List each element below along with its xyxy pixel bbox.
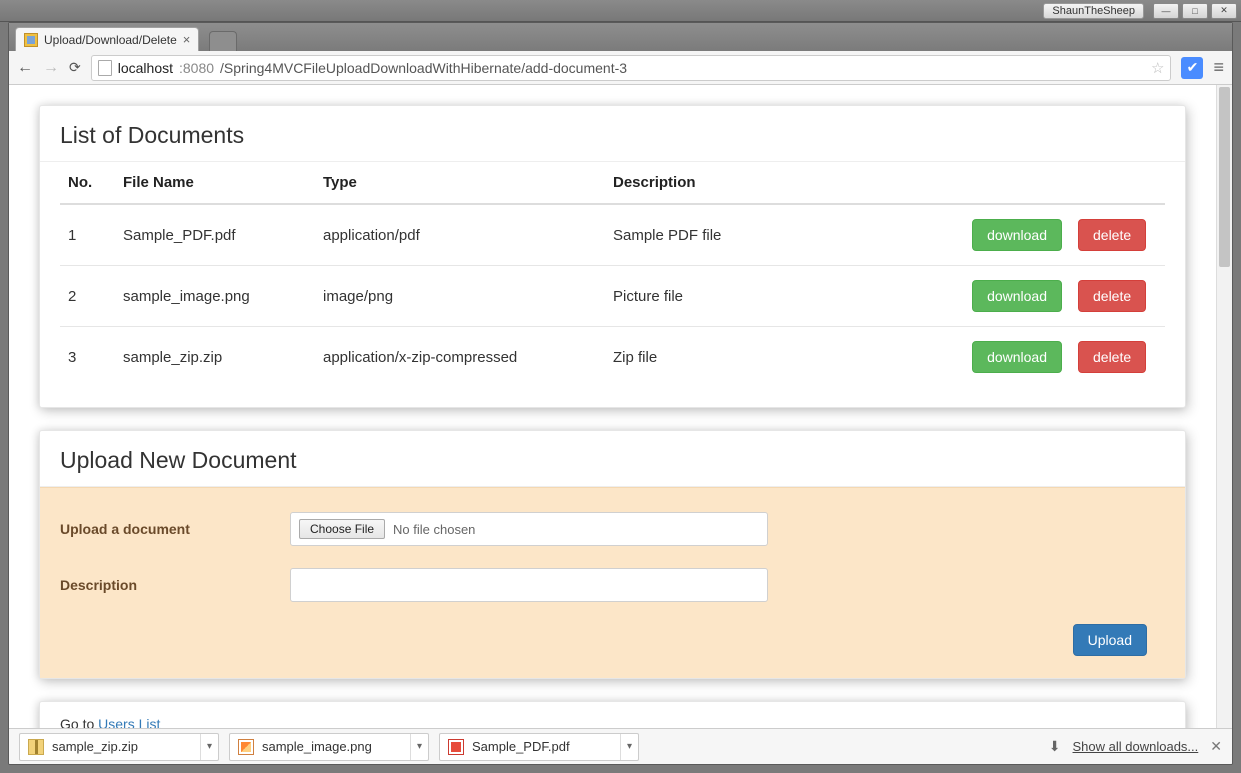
choose-file-button[interactable]: Choose File [299,519,385,539]
table-row: 2 sample_image.png image/png Picture fil… [60,266,1165,327]
tab-close-icon[interactable]: × [183,32,191,47]
cell-name: Sample_PDF.pdf [115,204,315,266]
description-label: Description [60,577,290,593]
bookmark-star-icon[interactable]: ☆ [1151,59,1164,77]
user-chip: ShaunTheSheep [1043,3,1144,19]
download-menu-icon[interactable]: ▾ [410,734,422,760]
reload-button[interactable]: ⟳ [69,59,81,76]
download-menu-icon[interactable]: ▾ [620,734,632,760]
cell-type: image/png [315,266,605,327]
cell-name: sample_zip.zip [115,327,315,388]
footer-prefix: Go to [60,716,98,728]
file-label: Upload a document [60,521,290,537]
download-name: sample_zip.zip [52,739,138,754]
image-file-icon [238,739,254,755]
tab-strip: Upload/Download/Delete × [9,23,1232,51]
col-type: Type [315,162,605,204]
download-arrow-icon: ⬇ [1049,738,1061,755]
cell-desc: Picture file [605,266,964,327]
documents-panel: List of Documents No. File Name Type Des… [39,105,1186,408]
col-name: File Name [115,162,315,204]
browser-tab[interactable]: Upload/Download/Delete × [15,27,199,51]
cell-no: 1 [60,204,115,266]
users-list-link[interactable]: Users List [98,716,160,728]
table-row: 3 sample_zip.zip application/x-zip-compr… [60,327,1165,388]
minimize-button[interactable]: — [1153,3,1179,19]
url-port: :8080 [179,60,214,76]
table-row: 1 Sample_PDF.pdf application/pdf Sample … [60,204,1165,266]
close-window-button[interactable]: ✕ [1211,3,1237,19]
zip-file-icon [28,739,44,755]
browser-toolbar: ← → ⟳ localhost :8080/Spring4MVCFileUploa… [9,51,1232,85]
cell-no: 3 [60,327,115,388]
download-menu-icon[interactable]: ▾ [200,734,212,760]
viewport: List of Documents No. File Name Type Des… [9,85,1232,728]
cell-no: 2 [60,266,115,327]
description-row: Description [60,568,1165,602]
tab-title: Upload/Download/Delete [44,33,177,47]
download-button[interactable]: download [972,341,1062,373]
scrollbar-thumb[interactable] [1219,87,1230,267]
col-no: No. [60,162,115,204]
window-titlebar: ShaunTheSheep — □ ✕ [0,0,1241,22]
cell-desc: Sample PDF file [605,204,964,266]
download-item[interactable]: sample_image.png ▾ [229,733,429,761]
upload-panel: Upload New Document Upload a document Ch… [39,430,1186,679]
no-file-text: No file chosen [393,522,475,537]
documents-table: No. File Name Type Description 1 [60,162,1165,387]
cell-type: application/pdf [315,204,605,266]
download-button[interactable]: download [972,280,1062,312]
documents-heading: List of Documents [40,106,1185,162]
cell-desc: Zip file [605,327,964,388]
extension-button[interactable]: ✔ [1181,57,1203,79]
favicon-icon [24,33,38,47]
pdf-file-icon [448,739,464,755]
page-body: List of Documents No. File Name Type Des… [9,85,1216,728]
page-icon [98,60,112,76]
description-input[interactable] [290,568,768,602]
cell-type: application/x-zip-compressed [315,327,605,388]
address-bar[interactable]: localhost :8080/Spring4MVCFileUploadDownl… [91,55,1172,81]
maximize-button[interactable]: □ [1182,3,1208,19]
show-all-downloads-link[interactable]: Show all downloads... [1073,739,1199,754]
cell-name: sample_image.png [115,266,315,327]
back-button[interactable]: ← [17,59,33,77]
new-tab-button[interactable] [209,31,237,51]
download-item[interactable]: Sample_PDF.pdf ▾ [439,733,639,761]
download-item[interactable]: sample_zip.zip ▾ [19,733,219,761]
delete-button[interactable]: delete [1078,341,1146,373]
file-row: Upload a document Choose File No file ch… [60,512,1165,546]
footer-panel: Go to Users List [39,701,1186,728]
url-host: localhost [118,60,173,76]
scrollbar[interactable] [1216,85,1232,728]
upload-button[interactable]: Upload [1073,624,1147,656]
download-name: sample_image.png [262,739,372,754]
browser-window: Upload/Download/Delete × ← → ⟳ localhost… [8,22,1233,765]
file-input[interactable]: Choose File No file chosen [290,512,768,546]
forward-button[interactable]: → [43,59,59,77]
browser-menu-button[interactable]: ≡ [1213,57,1224,78]
download-name: Sample_PDF.pdf [472,739,570,754]
close-shelf-button[interactable]: ✕ [1210,738,1222,755]
delete-button[interactable]: delete [1078,280,1146,312]
delete-button[interactable]: delete [1078,219,1146,251]
col-desc: Description [605,162,964,204]
upload-heading: Upload New Document [40,431,1185,487]
download-button[interactable]: download [972,219,1062,251]
download-shelf: sample_zip.zip ▾ sample_image.png ▾ Samp… [9,728,1232,764]
url-path: /Spring4MVCFileUploadDownloadWithHiberna… [220,60,627,76]
